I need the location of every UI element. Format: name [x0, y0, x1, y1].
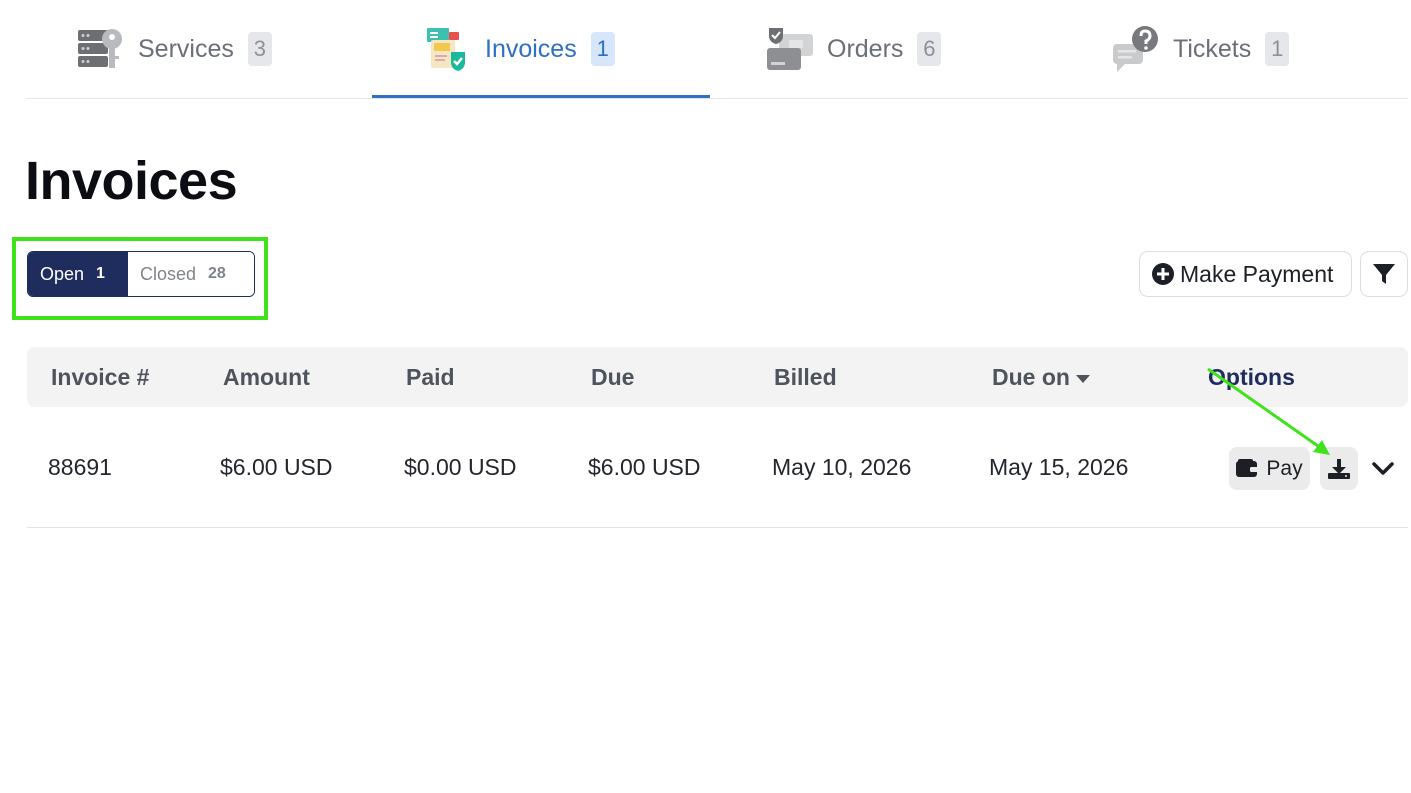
tab-invoices[interactable]: Invoices 1 — [425, 0, 615, 98]
page-title: Invoices — [25, 151, 238, 211]
expand-row-button[interactable] — [1367, 452, 1399, 486]
due-on-label: Due on — [992, 364, 1070, 390]
column-header-options: Options — [1208, 364, 1295, 390]
invoice-paid: $0.00 USD — [404, 454, 517, 480]
tab-orders-count: 6 — [917, 32, 942, 66]
invoice-due: $6.00 USD — [588, 454, 701, 480]
closed-label: Closed — [140, 263, 197, 284]
tab-services-label: Services — [138, 34, 234, 63]
invoice-amount: $6.00 USD — [220, 454, 333, 480]
tab-services[interactable]: Services 3 — [78, 0, 272, 98]
plus-circle-icon — [1152, 263, 1174, 285]
tab-invoices-count: 1 — [590, 32, 615, 66]
invoice-status-toggle: Open 1 Closed 28 — [27, 251, 255, 297]
table-row[interactable]: 88691 $6.00 USD $0.00 USD $6.00 USD May … — [27, 408, 1408, 528]
closed-invoices-button[interactable]: Closed 28 — [128, 252, 254, 296]
table-header: Invoice # Amount Paid Due Billed Due on … — [27, 347, 1408, 407]
pay-label: Pay — [1266, 456, 1303, 480]
tickets-icon — [1113, 26, 1158, 72]
tab-tickets-count: 1 — [1265, 32, 1290, 66]
column-header-invoice[interactable]: Invoice # — [51, 347, 149, 407]
chevron-down-icon — [1372, 462, 1394, 475]
make-payment-button[interactable]: Make Payment — [1139, 251, 1352, 297]
invoices-icon — [427, 28, 465, 71]
tab-orders-label: Orders — [827, 34, 904, 63]
tab-bar: Services 3 Invoices 1 Orders 6 Tickets 1 — [27, 0, 1408, 99]
column-header-billed[interactable]: Billed — [774, 347, 837, 407]
active-tab-indicator — [372, 95, 710, 98]
open-label: Open — [40, 263, 85, 284]
filter-button[interactable] — [1360, 251, 1408, 297]
invoice-number[interactable]: 88691 — [48, 408, 112, 527]
services-icon — [78, 29, 122, 68]
orders-icon — [767, 28, 813, 70]
filter-icon — [1373, 264, 1395, 284]
invoice-billed: May 10, 2026 — [772, 454, 912, 480]
tab-tickets-label: Tickets — [1173, 34, 1252, 63]
column-header-due[interactable]: Due — [591, 347, 634, 407]
sort-caret-icon — [1075, 374, 1090, 383]
invoice-due-on: May 15, 2026 — [989, 454, 1129, 480]
make-payment-label: Make Payment — [1180, 260, 1334, 287]
column-header-paid[interactable]: Paid — [406, 347, 455, 407]
download-icon — [1328, 458, 1350, 479]
download-invoice-button[interactable] — [1320, 447, 1358, 490]
wallet-icon — [1236, 459, 1259, 477]
pay-button[interactable]: Pay — [1229, 447, 1310, 490]
column-header-due-on[interactable]: Due on — [992, 347, 1090, 407]
tab-services-count: 3 — [247, 32, 272, 66]
tab-tickets[interactable]: Tickets 1 — [1113, 0, 1290, 98]
closed-count: 28 — [208, 265, 226, 282]
column-header-amount[interactable]: Amount — [223, 347, 310, 407]
tab-orders[interactable]: Orders 6 — [767, 0, 942, 98]
open-invoices-button[interactable]: Open 1 — [28, 252, 128, 296]
tab-invoices-label: Invoices — [485, 34, 577, 63]
open-count: 1 — [96, 265, 105, 282]
